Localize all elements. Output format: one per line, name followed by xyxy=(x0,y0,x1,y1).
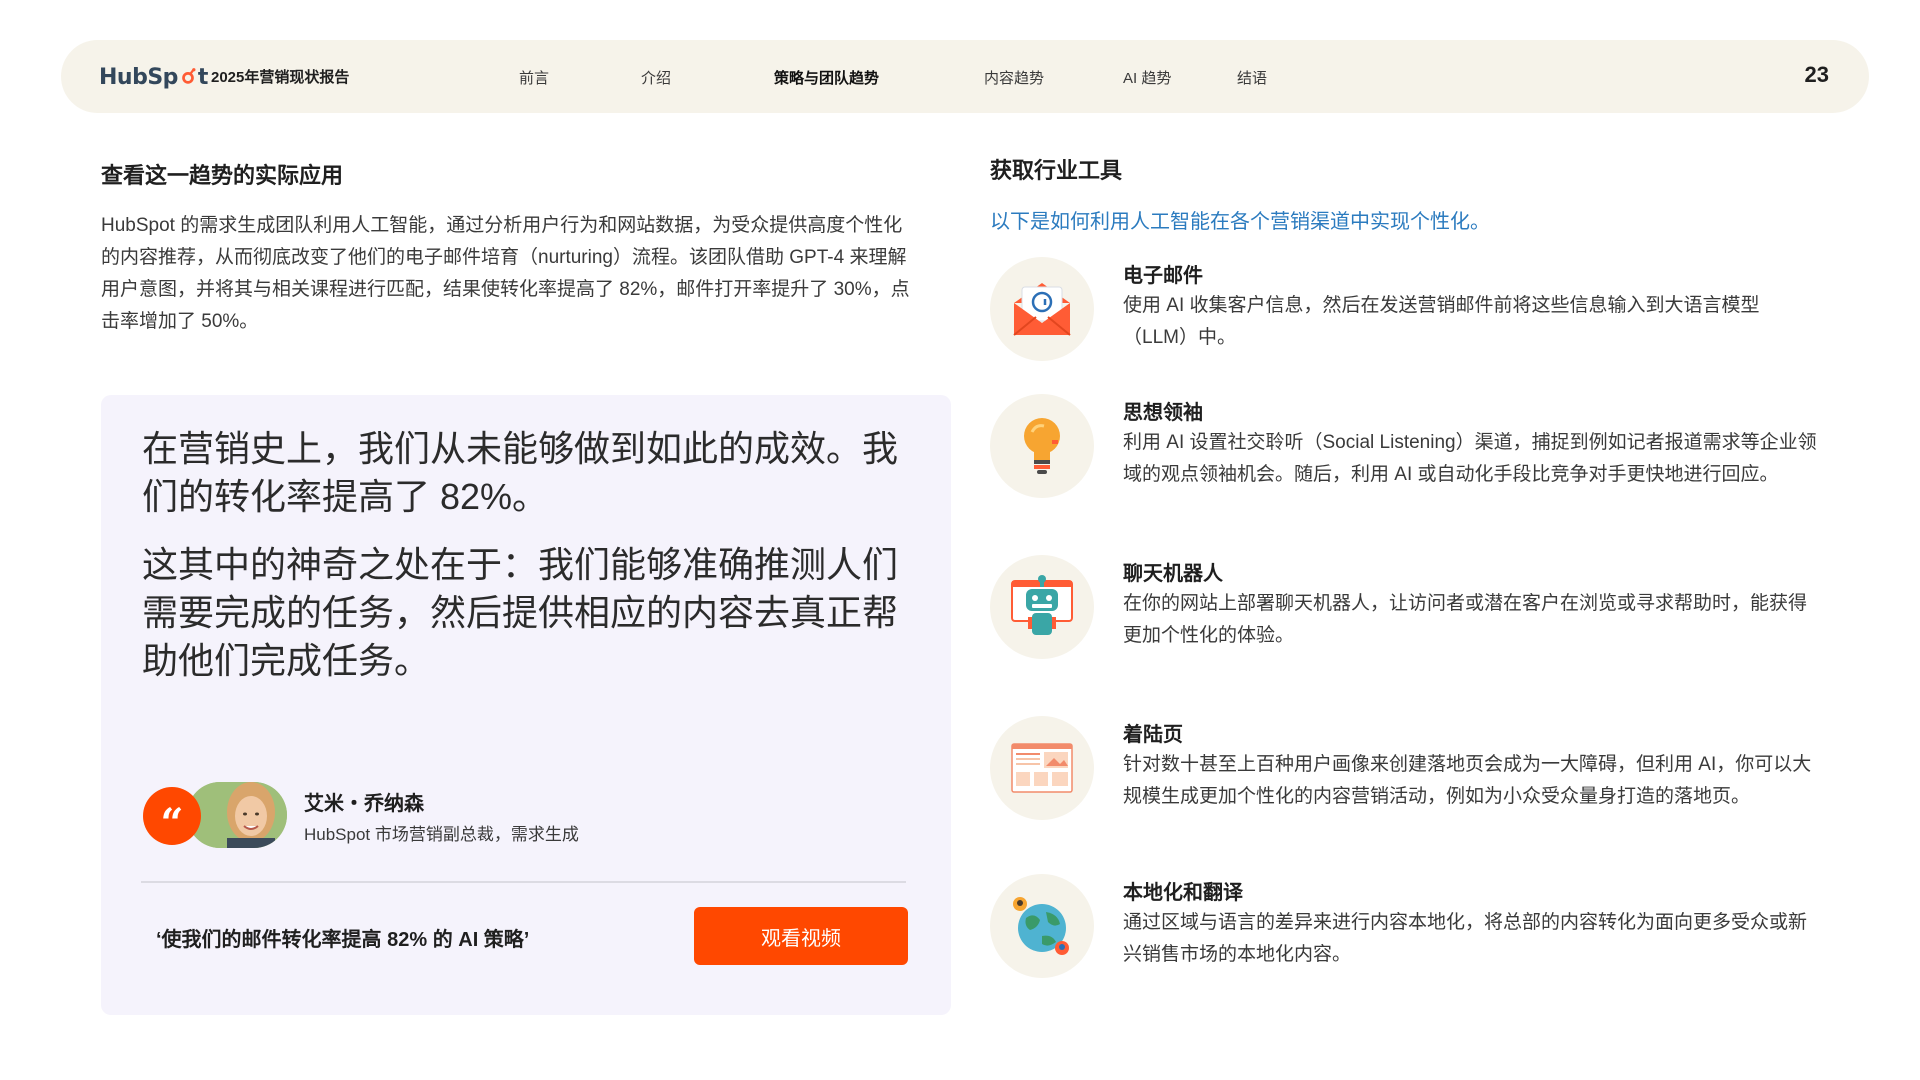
lightbulb-icon xyxy=(1024,418,1060,474)
quote-card: 在营销史上，我们从未能够做到如此的成效。我们的转化率提高了 82%。 这其中的神… xyxy=(101,395,951,1015)
robot-icon xyxy=(1011,575,1073,635)
globe-icon xyxy=(1013,897,1069,955)
tool-title: 电子邮件 xyxy=(1123,265,1203,287)
nav-item-content[interactable]: 内容趋势 xyxy=(984,67,1044,88)
logo-text-sp: Sp xyxy=(147,64,178,90)
quote-text: 在营销史上，我们从未能够做到如此的成效。我们的转化率提高了 82%。 这其中的神… xyxy=(142,425,902,685)
nav-item-preface[interactable]: 前言 xyxy=(519,67,549,88)
tool-title: 思想领袖 xyxy=(1123,402,1203,424)
header-bar: Hub Sp t 2025年营销现状报告 前言 介绍 策略与团队趋势 内容趋势 A… xyxy=(61,40,1869,113)
landing-page-icon xyxy=(1011,743,1073,793)
email-icon xyxy=(1013,283,1071,336)
quote-paragraph-2: 这其中的神奇之处在于：我们能够准确推测人们需要完成的任务，然后提供相应的内容去真… xyxy=(142,544,899,681)
hubspot-logo[interactable]: Hub Sp t xyxy=(99,62,208,92)
avatar xyxy=(187,782,287,848)
video-caption: ‘使我们的邮件转化率提高 82% 的 AI 策略’ xyxy=(156,929,530,951)
nav-item-intro[interactable]: 介绍 xyxy=(641,67,671,88)
logo-text-hub: Hub xyxy=(99,64,148,90)
person-title: HubSpot 市场营销副总裁，需求生成 xyxy=(304,825,579,844)
divider xyxy=(141,881,906,883)
nav-item-ai[interactable]: AI 趋势 xyxy=(1123,67,1171,88)
case-study-body: HubSpot 的需求生成团队利用人工智能，通过分析用户行为和网站数据，为受众提… xyxy=(101,215,910,332)
tool-description: 在你的网站上部署聊天机器人，让访问者或潜在客户在浏览或寻求帮助时，能获得更加个性… xyxy=(1123,593,1808,646)
tool-title: 聊天机器人 xyxy=(1123,563,1223,585)
nav-item-conclusion[interactable]: 结语 xyxy=(1237,67,1267,88)
left-heading: 查看这一趋势的实际应用 xyxy=(101,163,344,188)
right-heading: 获取行业工具 xyxy=(990,158,1123,183)
tool-description: 使用 AI 收集客户信息，然后在发送营销邮件前将这些信息输入到大语言模型（LLM… xyxy=(1123,295,1760,348)
person-name: 艾米・乔纳森 xyxy=(304,793,424,815)
avatar-portrait-icon xyxy=(187,782,287,848)
tool-title: 着陆页 xyxy=(1123,724,1183,746)
page-number: 23 xyxy=(1804,62,1829,87)
tool-title: 本地化和翻译 xyxy=(1123,882,1243,904)
report-title: 2025年营销现状报告 xyxy=(211,69,350,86)
tool-description: 通过区域与语言的差异来进行内容本地化，将总部的内容转化为面向更多受众或新兴销售市… xyxy=(1123,912,1808,965)
tool-description: 利用 AI 设置社交聆听（Social Listening）渠道，捕捉到例如记者… xyxy=(1123,432,1817,485)
tool-description: 针对数十甚至上百种用户画像来创建落地页会成为一大障碍，但利用 AI，你可以大规模… xyxy=(1123,754,1812,807)
quote-mark-icon: “ xyxy=(143,787,201,847)
logo-text-t: t xyxy=(197,64,209,90)
watch-video-button[interactable]: 观看视频 xyxy=(694,907,908,965)
quote-paragraph-1: 在营销史上，我们从未能够做到如此的成效。我们的转化率提高了 82%。 xyxy=(142,428,899,517)
sprocket-icon xyxy=(182,68,196,84)
right-subheading: 以下是如何利用人工智能在各个营销渠道中实现个性化。 xyxy=(990,211,1490,233)
nav-item-strategy[interactable]: 策略与团队趋势 xyxy=(774,67,879,88)
